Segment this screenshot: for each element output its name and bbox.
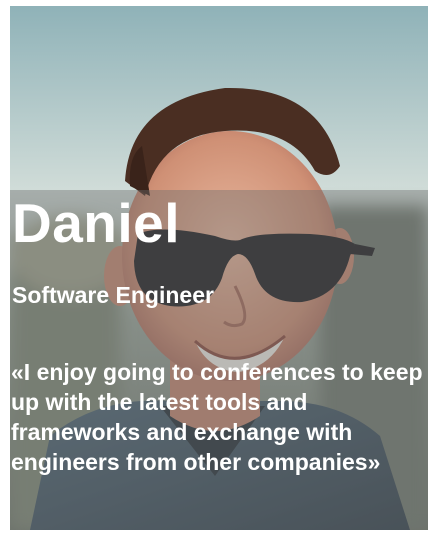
person-role: Software Engineer	[12, 282, 214, 308]
profile-card: Daniel Software Engineer «I enjoy going …	[10, 6, 428, 530]
person-quote: «I enjoy going to conferences to keep up…	[11, 359, 423, 475]
person-name: Daniel	[12, 192, 181, 254]
